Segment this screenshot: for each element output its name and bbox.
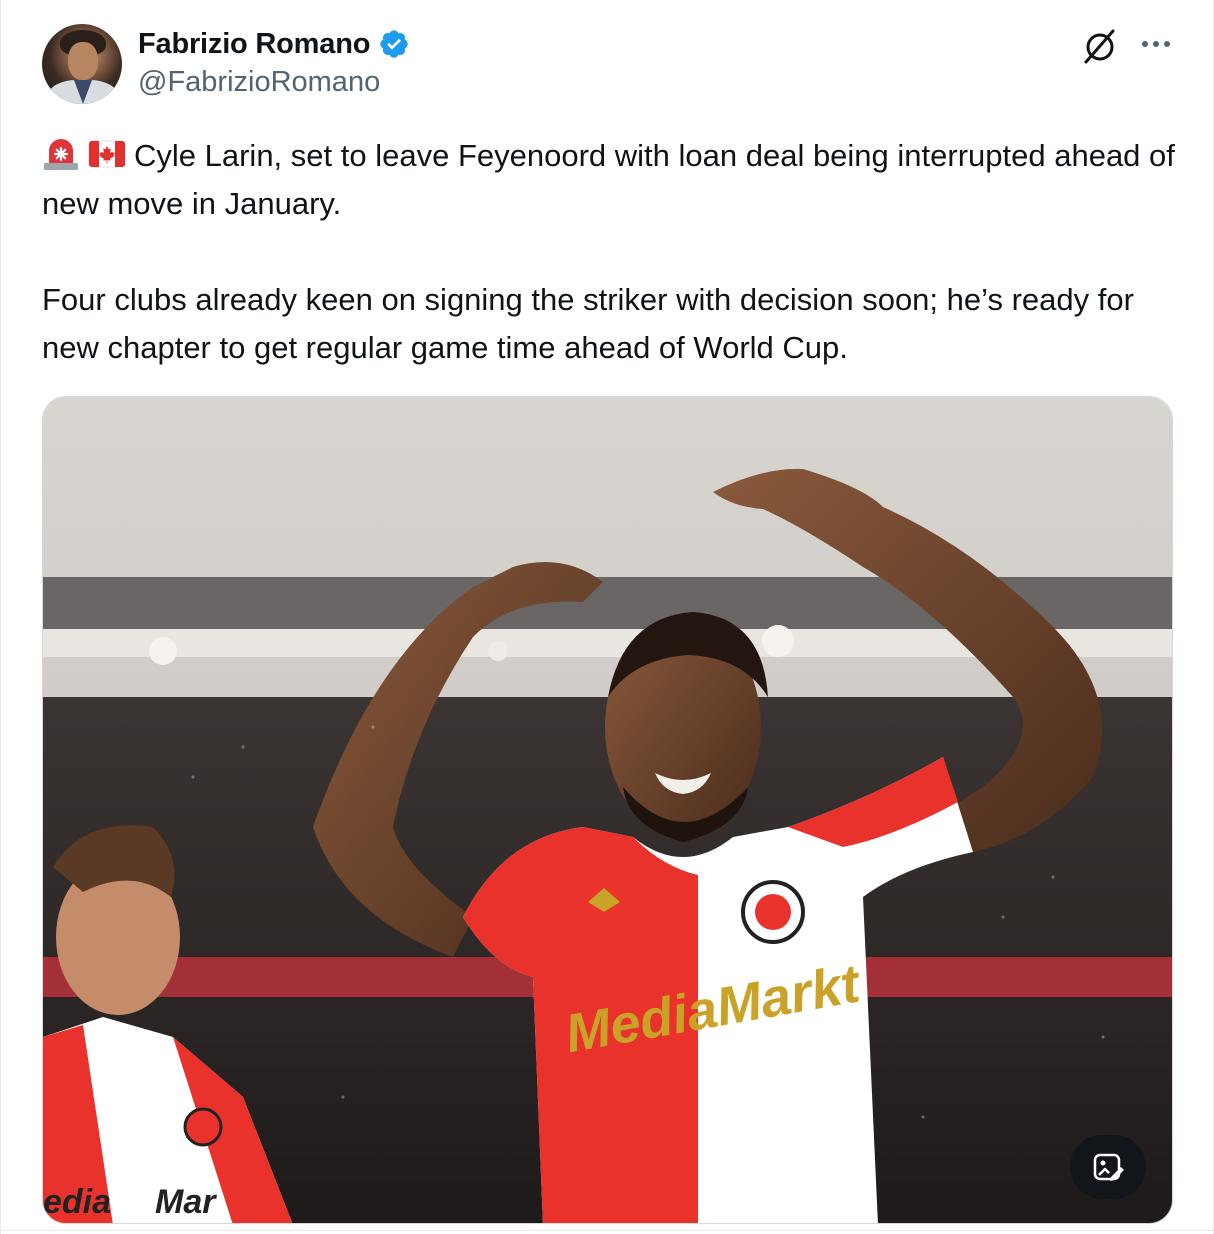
author-name-row: Fabrizio Romano [138, 26, 410, 62]
tweet-body: Cyle Larin, set to leave Feyenoord with … [42, 132, 1182, 372]
teammate-sponsor-text-2: Mar [155, 1183, 217, 1221]
rotating-light-emoji [44, 139, 78, 170]
author-avatar[interactable] [42, 24, 122, 104]
author-display-name[interactable]: Fabrizio Romano [138, 28, 370, 61]
grok-slash-circle-icon[interactable] [1080, 26, 1120, 66]
tweet-paragraph-1: Cyle Larin, set to leave Feyenoord with … [42, 132, 1182, 228]
author-handle[interactable]: @FabrizioRomano [138, 66, 380, 99]
divider [0, 1230, 1214, 1231]
more-dots-icon[interactable] [1138, 30, 1174, 58]
tweet-paragraph-2: Four clubs already keen on signing the s… [42, 282, 1134, 365]
image-edit-button[interactable] [1070, 1135, 1146, 1199]
verified-badge-icon [380, 30, 408, 58]
stadium-photo: edia Mar MediaMarkt [43, 397, 1172, 1223]
tweet-line-1: Cyle Larin, set to leave Feyenoord with … [42, 138, 1175, 221]
canada-flag-emoji [88, 140, 126, 168]
avatar-face [68, 42, 98, 80]
teammate-sponsor-text: edia [43, 1183, 111, 1221]
image-edit-icon [1093, 1153, 1124, 1181]
tweet-media-image[interactable]: edia Mar MediaMarkt [42, 396, 1173, 1224]
